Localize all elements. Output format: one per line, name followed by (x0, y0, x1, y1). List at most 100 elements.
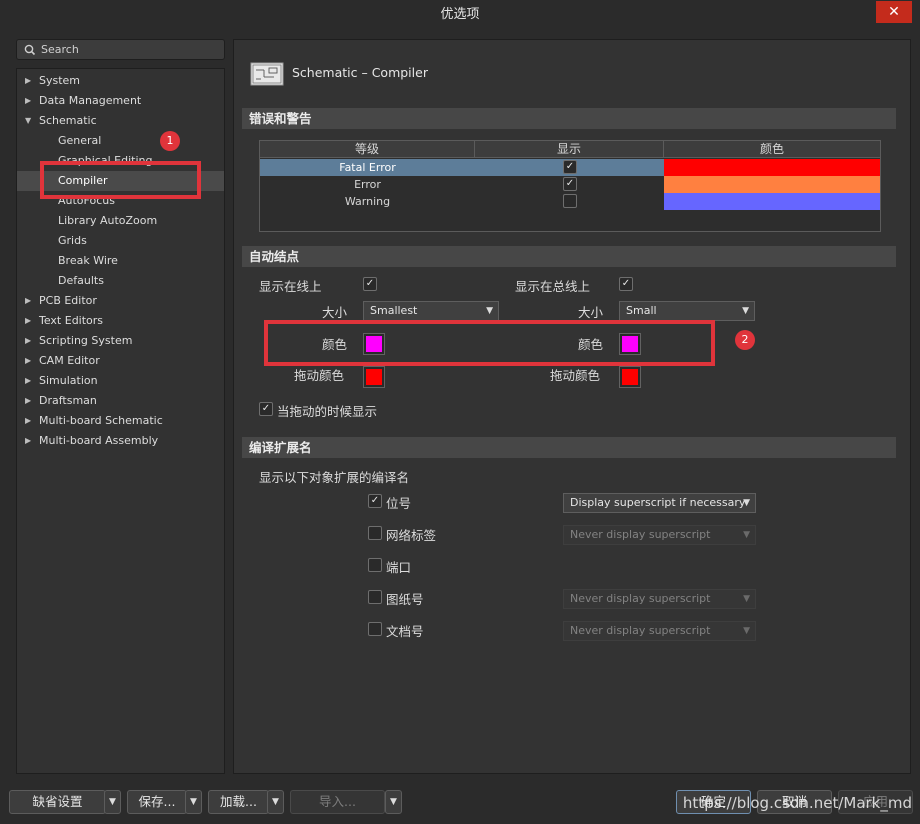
save-dropdown-button[interactable]: ▼ (185, 790, 202, 814)
wire-drag-color-swatch[interactable] (363, 366, 385, 388)
tree-item-simulation[interactable]: ▶ Simulation (17, 371, 224, 391)
chevron-right-icon[interactable]: ▶ (25, 311, 31, 331)
tree-item-label: Simulation (39, 374, 98, 387)
window-title: 优选项 (440, 7, 480, 22)
table-row[interactable]: Warning (260, 193, 880, 210)
table-row[interactable]: Error ✓ (260, 176, 880, 193)
tree-item-draftsman[interactable]: ▶ Draftsman (17, 391, 224, 411)
tree-item-system[interactable]: ▶ System (17, 71, 224, 91)
chevron-down-icon: ▼ (109, 797, 116, 807)
color-cell[interactable] (664, 176, 880, 193)
tree-item-multi-board-schematic[interactable]: ▶ Multi-board Schematic (17, 411, 224, 431)
page-title: Schematic – Compiler (292, 65, 428, 80)
tree-item-cam-editor[interactable]: ▶ CAM Editor (17, 351, 224, 371)
tree-item-library-autozoom[interactable]: Library AutoZoom (17, 211, 224, 231)
settings-panel: Schematic – Compiler 错误和警告 等级 显示 颜色 Fata… (233, 39, 911, 774)
import-dropdown-button[interactable]: ▼ (385, 790, 402, 814)
superscript-mode-value: Never display superscript (570, 624, 711, 637)
load-dropdown-button[interactable]: ▼ (267, 790, 284, 814)
show-cell: ✓ (475, 176, 664, 193)
show-checkbox[interactable]: ✓ (563, 160, 577, 174)
close-button[interactable]: ✕ (876, 1, 912, 23)
tree-item-schematic[interactable]: ▼ Schematic (17, 111, 224, 131)
page-header: Schematic – Compiler (250, 62, 428, 86)
bus-size-label: 大小 (578, 305, 604, 320)
show-on-bus-checkbox[interactable]: ✓ (619, 277, 633, 291)
color-cell[interactable] (664, 159, 880, 176)
chevron-right-icon[interactable]: ▶ (25, 371, 31, 391)
compiled-name-checkbox[interactable] (368, 526, 382, 540)
superscript-mode-value: Never display superscript (570, 528, 711, 541)
defaults-dropdown-button[interactable]: ▼ (104, 790, 121, 814)
search-input[interactable]: Search (16, 39, 225, 60)
tree-item-label: Scripting System (39, 334, 133, 347)
superscript-mode-select[interactable]: Never display superscript ▼ (563, 525, 756, 545)
section-errors: 错误和警告 (242, 108, 896, 129)
chevron-down-icon: ▼ (743, 626, 750, 636)
chevron-down-icon: ▼ (742, 306, 749, 316)
compiled-name-label: 文档号 (386, 624, 424, 639)
show-on-wire-label: 显示在线上 (259, 279, 322, 294)
error-level-table: 等级 显示 颜色 Fatal Error ✓ Error ✓ Warning (259, 140, 881, 232)
section-junctions: 自动结点 (242, 246, 896, 267)
show-while-dragging-checkbox[interactable]: ✓ (259, 402, 273, 416)
bus-drag-color-swatch[interactable] (619, 366, 641, 388)
show-cell (475, 193, 664, 210)
bus-size-value: Small (626, 304, 657, 317)
chevron-right-icon[interactable]: ▶ (25, 71, 31, 91)
tree-item-label: CAM Editor (39, 354, 100, 367)
superscript-mode-select[interactable]: Never display superscript ▼ (563, 589, 756, 609)
search-icon (24, 44, 36, 56)
title-bar: 优选项 ✕ (0, 0, 920, 30)
chevron-right-icon[interactable]: ▶ (25, 431, 31, 451)
compiled-name-checkbox[interactable] (368, 590, 382, 604)
compiled-name-checkbox[interactable] (368, 622, 382, 636)
bus-size-select[interactable]: Small ▼ (619, 301, 755, 321)
tree-item-grids[interactable]: Grids (17, 231, 224, 251)
annotation-badge-2: 2 (735, 330, 755, 350)
tree-item-break-wire[interactable]: Break Wire (17, 251, 224, 271)
chevron-right-icon[interactable]: ▶ (25, 291, 31, 311)
chevron-right-icon[interactable]: ▶ (25, 411, 31, 431)
tree-item-general[interactable]: General (17, 131, 224, 151)
tree-item-pcb-editor[interactable]: ▶ PCB Editor (17, 291, 224, 311)
column-header-show: 显示 (475, 141, 664, 158)
defaults-button[interactable]: 缺省设置 (9, 790, 106, 814)
load-button[interactable]: 加载... (208, 790, 269, 814)
level-cell: Warning (344, 195, 391, 208)
chevron-right-icon[interactable]: ▶ (25, 351, 31, 371)
tree-item-defaults[interactable]: Defaults (17, 271, 224, 291)
import-button[interactable]: 导入... (290, 790, 385, 814)
chevron-right-icon[interactable]: ▶ (25, 91, 31, 111)
compiled-name-checkbox[interactable]: ✓ (368, 494, 382, 508)
watermark-text: https://blog.csdn.net/Mark_md (682, 794, 912, 812)
tree-item-multi-board-assembly[interactable]: ▶ Multi-board Assembly (17, 431, 224, 451)
tree-item-scripting-system[interactable]: ▶ Scripting System (17, 331, 224, 351)
superscript-mode-select[interactable]: Never display superscript ▼ (563, 621, 756, 641)
wire-size-select[interactable]: Smallest ▼ (363, 301, 499, 321)
chevron-right-icon[interactable]: ▶ (25, 391, 31, 411)
chevron-down-icon: ▼ (743, 594, 750, 604)
tree-item-data-management[interactable]: ▶ Data Management (17, 91, 224, 111)
show-on-wire-checkbox[interactable]: ✓ (363, 277, 377, 291)
tree-item-label: Data Management (39, 94, 142, 107)
show-checkbox[interactable] (563, 194, 577, 208)
superscript-mode-select[interactable]: Display superscript if necessary ▼ (563, 493, 756, 513)
chevron-right-icon[interactable]: ▶ (25, 331, 31, 351)
tree-item-label: Break Wire (58, 254, 118, 267)
chevron-down-icon[interactable]: ▼ (25, 111, 31, 131)
tree-item-text-editors[interactable]: ▶ Text Editors (17, 311, 224, 331)
compiled-name-label: 位号 (386, 496, 412, 511)
save-button[interactable]: 保存... (127, 790, 187, 814)
table-row[interactable]: Fatal Error ✓ (260, 159, 880, 176)
table-header: 等级 显示 颜色 (260, 141, 880, 158)
show-checkbox[interactable]: ✓ (563, 177, 577, 191)
compiled-name-label: 图纸号 (386, 592, 424, 607)
tree-item-label: Library AutoZoom (58, 214, 158, 227)
superscript-mode-value: Display superscript if necessary (570, 496, 746, 509)
column-header-level: 等级 (260, 141, 475, 158)
wire-size-label: 大小 (322, 305, 348, 320)
color-cell[interactable] (664, 193, 880, 210)
tree-item-label: General (58, 134, 102, 147)
compiled-name-checkbox[interactable] (368, 558, 382, 572)
